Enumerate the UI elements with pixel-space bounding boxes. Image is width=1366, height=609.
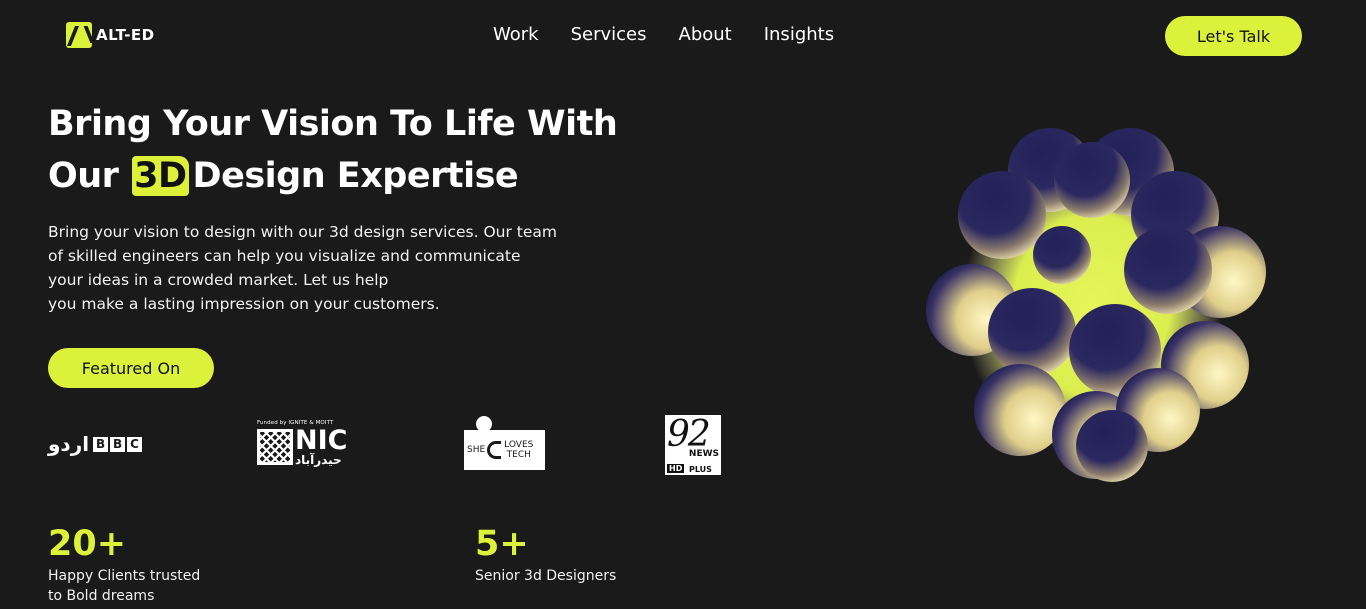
stat-label: Senior 3d Designers	[475, 568, 617, 584]
hero-3d-badge: 3D	[132, 156, 189, 196]
puzzle-icon: SHE LOVES TECH	[464, 416, 545, 471]
bbc-letter: B	[93, 436, 109, 452]
puzzle-piece: SHE LOVES TECH	[464, 430, 545, 470]
stat-value: 5+	[475, 524, 529, 564]
stat-label: to Bold dreams	[48, 588, 155, 604]
nav-about[interactable]: About	[679, 24, 732, 45]
stat-clients: 20+ Happy Clients trusted to Bold dreams	[48, 522, 200, 606]
92-news-logo[interactable]: 92 NEWS HD PLUS	[665, 414, 721, 475]
bbc-letter: B	[110, 436, 126, 452]
featured-on-button[interactable]: Featured On	[48, 348, 214, 388]
logo-icon	[66, 22, 92, 48]
nic-text: NIC حیدرآباد	[295, 427, 347, 466]
main-nav: Work Services About Insights	[493, 24, 834, 45]
92-news-badge: 92 NEWS HD PLUS	[665, 414, 721, 475]
bbc-urdu-logo[interactable]: اردو B B C	[48, 432, 144, 456]
loves-tech-text: LOVES TECH	[504, 440, 533, 460]
stat-value: 20+	[48, 524, 127, 564]
hero-description-line: you make a lasting impression on your cu…	[48, 295, 440, 313]
press-logos: اردو B B C Funded by IGNITE & MOITT NIC …	[48, 412, 748, 478]
92-plus-text: PLUS	[689, 465, 712, 474]
hero-title-prefix: Our	[48, 156, 119, 196]
brand-logo[interactable]: ALT-ED	[66, 22, 155, 48]
bbc-urdu-text: اردو	[48, 432, 90, 456]
nic-pattern-icon	[257, 428, 293, 465]
site-header: ALT-ED Work Services About Insights Let'…	[0, 0, 1366, 72]
bbc-letter: C	[127, 436, 143, 452]
92-hd-text: HD	[667, 464, 685, 473]
she-text: SHE	[467, 445, 486, 455]
brand-name: ALT-ED	[96, 26, 155, 44]
hero-title-line2: Our 3D Design Expertise	[48, 150, 668, 202]
nic-logo-row: NIC حیدرآباد	[257, 427, 347, 466]
nic-urdu: حیدرآباد	[295, 453, 342, 467]
hero-description: Bring your vision to design with our 3d …	[48, 220, 588, 316]
loves-text: LOVES	[504, 440, 534, 450]
hero-description-line: your ideas in a crowded market. Let us h…	[48, 271, 389, 289]
c-shape-icon	[487, 441, 502, 459]
stat-designers: 5+ Senior 3d Designers	[475, 522, 616, 586]
hero-description-line: Bring your vision to design with our 3d …	[48, 223, 557, 241]
she-loves-tech-logo[interactable]: SHE LOVES TECH	[464, 416, 545, 471]
tech-text: TECH	[506, 450, 531, 460]
hero-title-suffix: Design Expertise	[192, 156, 519, 196]
92-news-text: NEWS	[688, 449, 719, 459]
hero-3d-artwork	[926, 128, 1266, 482]
lets-talk-button[interactable]: Let's Talk	[1165, 16, 1302, 56]
nic-name: NIC	[295, 425, 348, 456]
hero-title: Bring Your Vision To Life With Our 3D Des…	[48, 98, 668, 202]
nav-services[interactable]: Services	[571, 24, 647, 45]
nav-work[interactable]: Work	[493, 24, 539, 45]
stat-label: Happy Clients trusted	[48, 568, 201, 584]
nic-logo[interactable]: Funded by IGNITE & MOITT NIC حیدرآباد	[257, 420, 347, 466]
hero-title-line1: Bring Your Vision To Life With	[48, 104, 618, 144]
hero-description-line: of skilled engineers can help you visual…	[48, 247, 521, 265]
nav-insights[interactable]: Insights	[764, 24, 834, 45]
